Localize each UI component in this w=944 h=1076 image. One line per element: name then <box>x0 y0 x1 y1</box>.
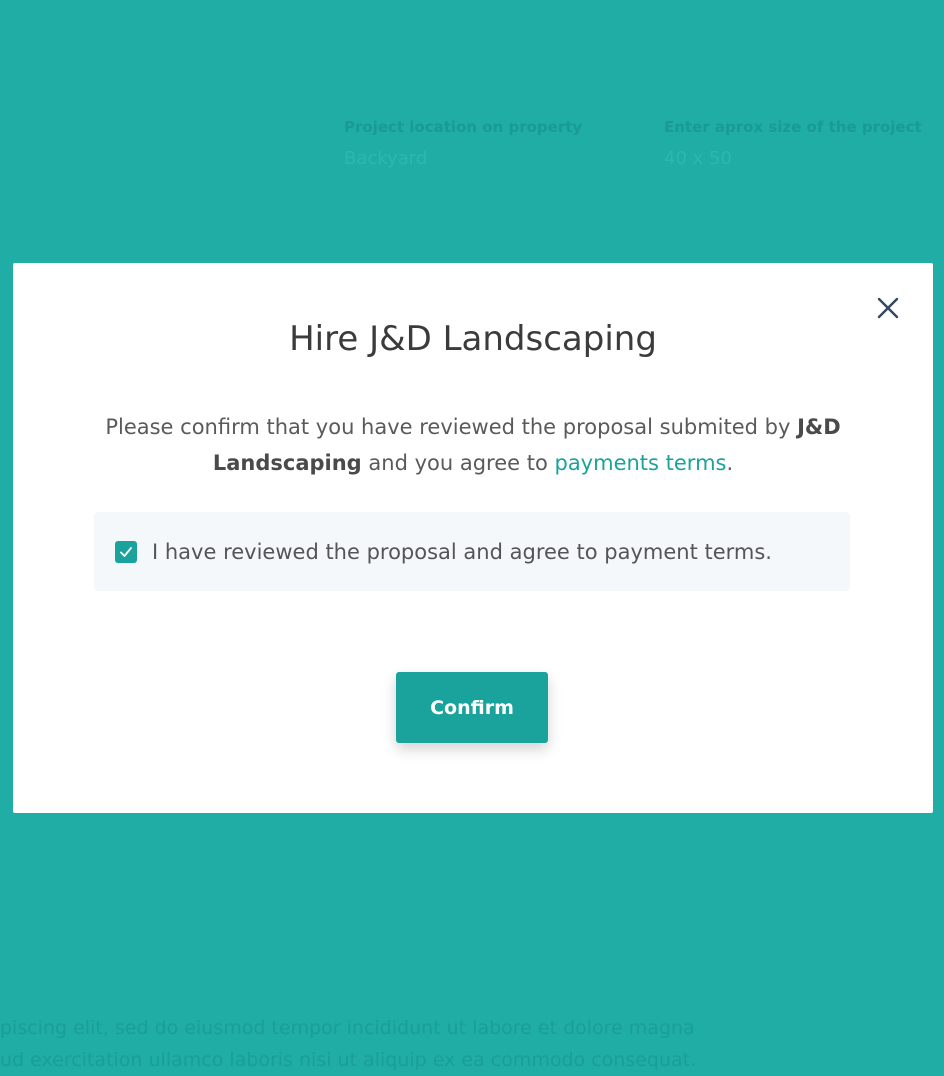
agree-label: I have reviewed the proposal and agree t… <box>152 539 772 564</box>
desc-middle: and you agree to <box>361 451 555 475</box>
bg-size-field: Enter aprox size of the project 40 x 50 <box>664 118 922 169</box>
confirm-button[interactable]: Confirm <box>396 672 548 743</box>
desc-prefix: Please confirm that you have reviewed th… <box>105 415 798 439</box>
checkmark-icon <box>120 546 132 557</box>
modal-title: Hire J&D Landscaping <box>289 319 657 359</box>
agree-checkbox[interactable] <box>115 540 137 563</box>
bg-body-line: piscing elit, sed do eiusmod tempor inci… <box>0 1017 695 1039</box>
bg-size-label: Enter aprox size of the project <box>664 118 922 136</box>
desc-suffix: . <box>726 451 734 475</box>
hire-modal: Hire J&D Landscaping Please confirm that… <box>13 263 933 813</box>
payment-terms-link[interactable]: payments terms <box>554 451 726 475</box>
bg-location-value: Backyard <box>344 148 428 169</box>
agree-row[interactable]: I have reviewed the proposal and agree t… <box>94 512 850 591</box>
bg-size-value: 40 x 50 <box>664 148 732 169</box>
bg-location-field: Project location on property Backyard <box>344 118 582 169</box>
modal-description: Please confirm that you have reviewed th… <box>103 409 843 481</box>
close-icon <box>877 297 899 319</box>
bg-body-line: ud exercitation ullamco laboris nisi ut … <box>0 1049 697 1071</box>
bg-location-label: Project location on property <box>344 118 583 136</box>
